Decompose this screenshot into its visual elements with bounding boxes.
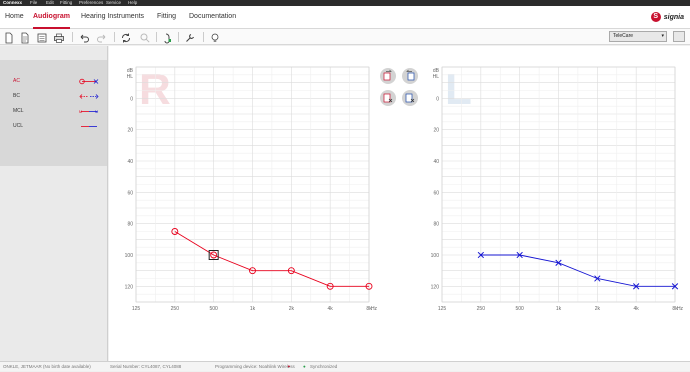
- audiogram-left-svg: LdBHL020406080100120125 250 500 1k 2k 4k 8k Hz: [431, 65, 684, 312]
- toolbar-separator: [203, 32, 204, 42]
- y-axis-label-scale: HL: [433, 74, 440, 80]
- legend-item-ac[interactable]: AC: [0, 74, 107, 89]
- document-icon[interactable]: [19, 31, 31, 44]
- legend-item-ucl[interactable]: UCL: [0, 119, 107, 134]
- hearing-instrument-icon[interactable]: [161, 31, 173, 44]
- clear-right-button[interactable]: [380, 90, 396, 106]
- toolbar-separator: [72, 32, 73, 42]
- redo-icon[interactable]: [96, 31, 108, 43]
- toolbar-separator: [156, 32, 157, 42]
- main-navigation: Home Audiogram Hearing Instruments Fitti…: [0, 6, 690, 29]
- legend-item-bc[interactable]: BC: [0, 89, 107, 104]
- toolbar: TeleCare ▾: [0, 29, 690, 45]
- y-tick-label: 0: [436, 96, 439, 102]
- svg-text:M: M: [79, 109, 82, 114]
- x-tick-label: 125: [132, 306, 141, 312]
- legend-label: UCL: [13, 123, 24, 129]
- measurement-legend: AC BC MCL MM UCL: [0, 60, 107, 166]
- svg-text:M: M: [95, 109, 98, 114]
- x-tick-label: 4k: [328, 306, 334, 312]
- tab-fitting[interactable]: Fitting: [157, 6, 176, 29]
- status-bar: ONKLE, JETMAAR (No birth date available)…: [0, 361, 690, 371]
- bc-symbol-icon: [79, 94, 99, 99]
- audiogram-right[interactable]: RdB HL 0 20 40 60 80 100 120 125 250 500 1k 2k 4k 8k Hz: [109, 46, 389, 361]
- y-axis-label-scale: HL: [127, 74, 134, 80]
- program-select[interactable]: TeleCare ▾: [609, 31, 667, 42]
- x-tick-label: 1k: [556, 306, 562, 312]
- tab-hearing-instruments[interactable]: Hearing Instruments: [81, 6, 144, 29]
- legend-label: MCL: [13, 108, 24, 114]
- y-tick-label: 60: [127, 190, 133, 196]
- more-options-button[interactable]: [673, 31, 685, 42]
- brand-logo: S signia: [650, 10, 684, 24]
- y-tick-label: 100: [431, 253, 440, 259]
- ear-side-label: L: [445, 65, 472, 114]
- x-tick-label: 125: [438, 306, 447, 312]
- wrench-icon[interactable]: [184, 31, 196, 43]
- x-tick-label: 250: [477, 306, 486, 312]
- program-select-value: TeleCare: [613, 33, 634, 39]
- legend-label: AC: [13, 78, 20, 84]
- y-tick-label: 60: [433, 190, 439, 196]
- x-tick-label: 4k: [634, 306, 640, 312]
- x-tick-label: 500: [515, 306, 524, 312]
- x-tick-label: 2k: [289, 306, 295, 312]
- copy-right-to-left-button[interactable]: [380, 68, 396, 84]
- y-tick-label: 40: [433, 159, 439, 165]
- tab-audiogram[interactable]: Audiogram: [33, 6, 70, 29]
- sync-icon[interactable]: [120, 31, 132, 43]
- search-icon[interactable]: [139, 31, 151, 43]
- audiogram-left[interactable]: LdB HL 0 20 40 60 80 100 120 125 250 500 1k 2k 4k 8k Hz: [409, 46, 690, 361]
- undo-icon[interactable]: [78, 31, 90, 43]
- signia-logo-icon: S: [650, 12, 661, 22]
- ac-symbol-icon: [79, 78, 99, 85]
- y-tick-label: 0: [130, 96, 133, 102]
- x-axis-label: Hz: [371, 306, 378, 312]
- legend-item-mcl[interactable]: MCL MM: [0, 104, 107, 119]
- x-tick-label: 250: [171, 306, 180, 312]
- lightbulb-icon[interactable]: [209, 31, 221, 43]
- y-tick-label: 100: [125, 253, 134, 259]
- audiogram-right-svg: RdBHL020406080100120125 250 500 1k 2k 4k 8k Hz: [125, 65, 378, 312]
- brand-name: signia: [663, 13, 684, 21]
- y-tick-label: 120: [125, 284, 134, 290]
- ear-side-label: R: [139, 65, 171, 114]
- y-tick-label: 40: [127, 159, 133, 165]
- new-document-icon[interactable]: [3, 31, 15, 44]
- ucl-symbol-icon: [81, 126, 97, 127]
- toolbar-separator: [178, 32, 179, 42]
- tab-home[interactable]: Home: [5, 6, 24, 29]
- toolbar-separator: [114, 32, 115, 42]
- x-axis-label: Hz: [677, 306, 684, 312]
- sidebar: AC BC MCL MM UCL: [0, 46, 108, 361]
- mcl-symbol-icon: MM: [79, 109, 98, 114]
- list-document-icon[interactable]: [36, 31, 48, 43]
- y-tick-label: 80: [127, 222, 133, 228]
- y-tick-label: 20: [433, 128, 439, 134]
- x-tick-label: 500: [209, 306, 218, 312]
- chevron-down-icon: ▾: [661, 33, 664, 39]
- x-tick-label: 1k: [250, 306, 256, 312]
- y-tick-label: 120: [431, 284, 440, 290]
- legend-label: BC: [13, 93, 20, 99]
- y-tick-label: 20: [127, 128, 133, 134]
- audiogram-panel: RdB HL 0 20 40 60 80 100 120 125 250 500 1k 2k 4k 8k Hz …: [109, 46, 690, 361]
- x-tick-label: 2k: [595, 306, 601, 312]
- print-icon[interactable]: [53, 31, 65, 43]
- y-tick-label: 80: [433, 222, 439, 228]
- tab-documentation[interactable]: Documentation: [189, 6, 236, 29]
